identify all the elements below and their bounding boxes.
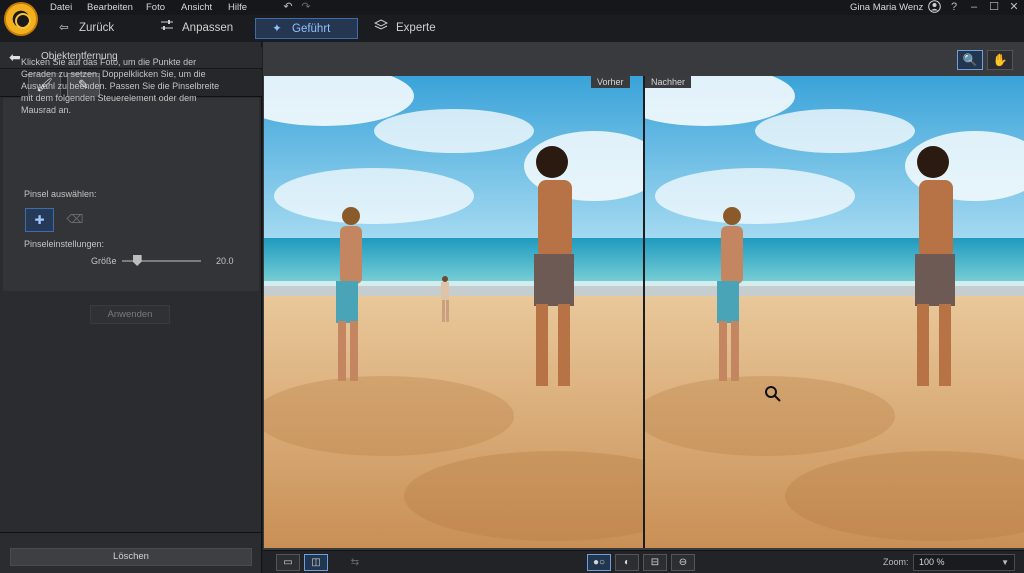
- menu-foto[interactable]: Foto: [146, 1, 165, 14]
- split-view-icon: ◫: [311, 557, 321, 568]
- zoom-value: 100 %: [919, 557, 945, 567]
- brush-erase-button[interactable]: ⌫: [62, 208, 88, 232]
- vertical-compare-button[interactable]: ⊟: [643, 554, 667, 571]
- menu-hilfe[interactable]: Hilfe: [228, 1, 247, 14]
- horizontal-split-icon: ⊖: [678, 557, 688, 568]
- vertical-split-icon: ⊟: [650, 557, 660, 568]
- after-photo[interactable]: [645, 76, 1024, 548]
- adjust-label: Anpassen: [182, 22, 234, 34]
- panel-back-arrow-icon[interactable]: ⬅: [9, 48, 21, 66]
- menu-ansicht[interactable]: Ansicht: [181, 1, 212, 14]
- maximize-icon[interactable]: ☐: [988, 0, 1000, 15]
- brush-select-label: Pinsel auswählen:: [24, 189, 97, 199]
- split-divider[interactable]: [643, 76, 645, 548]
- half-compare-button[interactable]: ◐: [615, 554, 639, 571]
- clear-button[interactable]: Löschen: [10, 548, 252, 566]
- zoom-tool-button[interactable]: 🔍: [957, 50, 983, 70]
- back-button[interactable]: ⇦ Zurück: [55, 18, 114, 39]
- sliders-icon: [158, 18, 176, 39]
- before-after-dual-button[interactable]: ●○: [587, 554, 611, 571]
- minimize-icon[interactable]: –: [968, 0, 980, 15]
- before-label: Vorher: [591, 76, 630, 88]
- user-name: Gina Maria Wenz: [850, 2, 924, 13]
- single-view-button[interactable]: ▭: [276, 554, 300, 571]
- close-icon[interactable]: ✕: [1008, 0, 1020, 15]
- before-photo[interactable]: [264, 76, 643, 548]
- bottom-toolbar: ▭ ◫ ⇆ ●○ ◐ ⊟ ⊖ Zoom: 100 % ▼: [263, 550, 1024, 573]
- half-circle-icon: ◐: [623, 557, 631, 568]
- compare-toggle-icon: ⇆: [350, 557, 360, 568]
- guided-label: Geführt: [292, 23, 331, 35]
- image-workspace: 🔍 ✋ Vorher Nachher: [263, 42, 1024, 550]
- brush-erase-icon: ⌫: [66, 212, 84, 226]
- split-view-button[interactable]: ◫: [304, 554, 328, 571]
- after-label: Nachher: [645, 76, 692, 88]
- title-bar: Datei Bearbeiten Foto Ansicht Hilfe ↶ ↷ …: [0, 0, 1024, 15]
- tab-expert[interactable]: Experte: [372, 18, 436, 39]
- account-icon[interactable]: [927, 0, 941, 15]
- tab-guided[interactable]: ✦ Geführt: [255, 18, 358, 39]
- single-view-icon: ▭: [283, 557, 293, 568]
- app-logo: [4, 2, 38, 36]
- pan-tool-button[interactable]: ✋: [987, 50, 1013, 70]
- layers-icon: [372, 18, 390, 39]
- help-icon[interactable]: ?: [948, 0, 960, 15]
- compare-toggle-button[interactable]: ⇆: [343, 554, 367, 571]
- back-label: Zurück: [79, 22, 115, 34]
- dual-circle-icon: ●○: [592, 557, 606, 568]
- magnifier-icon: 🔍: [962, 53, 978, 67]
- brush-add-icon: ✚: [34, 213, 45, 227]
- hand-icon: ✋: [992, 53, 1008, 67]
- magic-wand-icon: ✦: [272, 23, 282, 35]
- zoom-label: Zoom:: [883, 557, 909, 567]
- chevron-down-icon: ▼: [1001, 558, 1009, 567]
- tab-adjust[interactable]: Anpassen: [158, 18, 233, 39]
- panel-divider: [0, 532, 262, 533]
- instructions-text: Klicken Sie auf das Foto, um die Punkte …: [21, 57, 220, 115]
- undo-icon[interactable]: ↶: [281, 0, 295, 15]
- redo-icon[interactable]: ↷: [299, 0, 313, 15]
- brush-settings-label: Pinseleinstellungen:: [24, 239, 105, 249]
- zoom-select[interactable]: 100 % ▼: [913, 554, 1015, 571]
- horizontal-compare-button[interactable]: ⊖: [671, 554, 695, 571]
- expert-label: Experte: [396, 22, 436, 34]
- mode-bar: ⇦ Zurück Anpassen ✦ Geführt Experte: [0, 15, 1024, 42]
- menu-bearbeiten[interactable]: Bearbeiten: [87, 1, 133, 14]
- side-panel: ⬅ Objektentfernung 🖌 ✎ Klicken Sie auf d…: [0, 42, 262, 573]
- size-label: Größe: [91, 256, 117, 266]
- apply-button[interactable]: Anwenden: [90, 305, 170, 324]
- arrow-left-icon: ⇦: [59, 22, 69, 34]
- menu-datei[interactable]: Datei: [50, 1, 72, 14]
- brush-add-button[interactable]: ✚: [25, 208, 54, 232]
- photo-editor-window: Datei Bearbeiten Foto Ansicht Hilfe ↶ ↷ …: [0, 0, 1024, 573]
- size-value: 20.0: [216, 256, 234, 266]
